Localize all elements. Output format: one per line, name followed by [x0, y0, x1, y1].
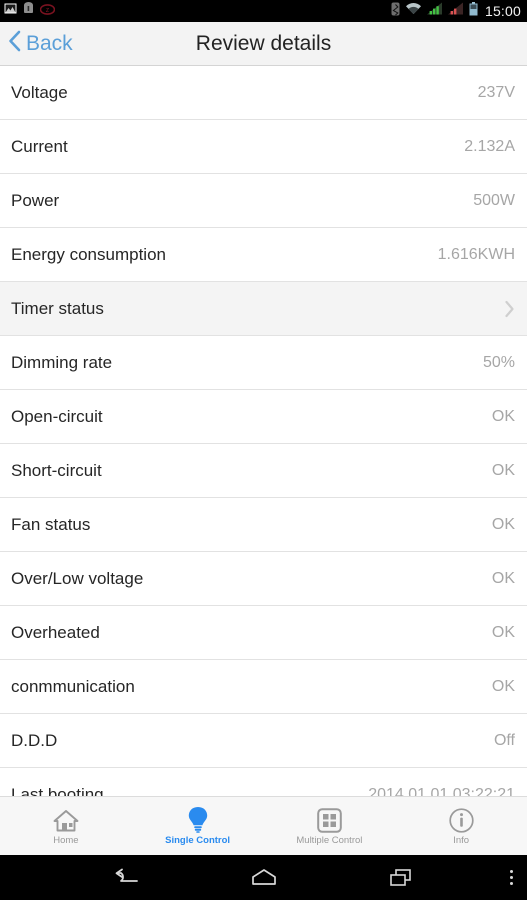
android-nav-bar — [0, 855, 527, 900]
detail-row-label: D.D.D — [11, 730, 58, 750]
detail-row-value: 237V — [477, 83, 515, 101]
detail-row-label: Energy consumption — [11, 244, 166, 264]
detail-row-value: OK — [491, 461, 515, 479]
detail-row-label: Fan status — [11, 514, 91, 534]
chevron-left-icon — [8, 30, 21, 57]
overflow-menu-icon[interactable] — [510, 855, 513, 900]
detail-row-label: Voltage — [11, 82, 68, 102]
tab-label: Multiple Control — [296, 835, 363, 846]
wifi-icon — [405, 2, 422, 20]
detail-row-label: Open-circuit — [11, 406, 103, 426]
overflow-dot — [510, 876, 513, 879]
detail-row: Voltage 237V — [0, 66, 527, 120]
detail-row: Last booting 2014.01.01 03:22:21 — [0, 768, 527, 796]
tab-home[interactable]: Home — [0, 797, 132, 855]
detail-row: Current 2.132A — [0, 120, 527, 174]
detail-row: Overheated OK — [0, 606, 527, 660]
detail-row-value: 50% — [482, 353, 515, 371]
phone-screen: z 15:00 Back Review details Voltage 237V… — [0, 0, 527, 900]
bluetooth-icon — [391, 2, 400, 21]
page-title: Review details — [195, 31, 332, 55]
detail-row-label: Power — [11, 190, 60, 210]
detail-row-label: conmmunication — [11, 676, 135, 696]
tab-info[interactable]: Info — [395, 797, 527, 855]
mute-icon: z — [39, 2, 56, 20]
tab-label: Single Control — [165, 835, 231, 846]
info-circle-icon — [448, 805, 474, 833]
detail-row[interactable]: Timer status — [0, 282, 527, 336]
detail-row-value: 2014.01.01 03:22:21 — [368, 785, 515, 797]
signal-icon-1 — [426, 2, 443, 20]
detail-row-value: 1.616KWH — [437, 245, 515, 263]
detail-row-label: Over/Low voltage — [11, 568, 144, 588]
signal-icon-2 — [447, 2, 464, 20]
download-icon — [23, 2, 34, 20]
detail-row-value: OK — [491, 407, 515, 425]
status-bar-right-icons: 15:00 — [391, 1, 521, 21]
detail-row: Fan status OK — [0, 498, 527, 552]
android-status-bar: z 15:00 — [0, 0, 527, 22]
recents-nav-icon[interactable] — [387, 867, 417, 889]
grid-icon — [317, 805, 342, 833]
home-nav-icon[interactable] — [249, 867, 279, 889]
nav-buttons — [0, 867, 527, 889]
chevron-right-icon — [504, 300, 515, 318]
overflow-dot — [510, 882, 513, 885]
battery-icon — [469, 1, 478, 21]
detail-row-value: 500W — [473, 191, 515, 209]
overflow-dot — [510, 870, 513, 873]
svg-text:z: z — [46, 7, 50, 14]
detail-row-value: OK — [491, 515, 515, 533]
detail-row: Power 500W — [0, 174, 527, 228]
tab-single-control[interactable]: Single Control — [132, 797, 264, 855]
detail-row-value: 2.132A — [464, 137, 515, 155]
detail-row-value: OK — [491, 569, 515, 587]
detail-row: conmmunication OK — [0, 660, 527, 714]
review-details-list[interactable]: Voltage 237V Current 2.132A Power 500W Energy … — [0, 66, 527, 796]
detail-row-value: OK — [491, 677, 515, 695]
status-bar-left-icons: z — [4, 2, 56, 20]
detail-row-value: OK — [491, 623, 515, 641]
detail-row-label: Timer status — [11, 298, 104, 318]
back-nav-icon[interactable] — [111, 867, 141, 889]
back-button-label: Back — [26, 31, 73, 55]
lightbulb-icon — [187, 805, 209, 833]
tab-label: Home — [53, 835, 79, 846]
app-header: Back Review details — [0, 22, 527, 66]
detail-row: Short-circuit OK — [0, 444, 527, 498]
detail-row: Dimming rate 50% — [0, 336, 527, 390]
detail-row: Energy consumption 1.616KWH — [0, 228, 527, 282]
detail-row-label: Last booting — [11, 784, 104, 797]
home-icon — [53, 805, 79, 833]
detail-row-label: Current — [11, 136, 68, 156]
back-button[interactable]: Back — [0, 30, 73, 57]
bottom-tab-bar: Home Single Control Multiple Control Info — [0, 796, 527, 855]
tab-multiple-control[interactable]: Multiple Control — [264, 797, 396, 855]
detail-row-label: Short-circuit — [11, 460, 102, 480]
detail-row: D.D.D Off — [0, 714, 527, 768]
detail-row-value: Off — [493, 731, 515, 749]
image-icon — [4, 2, 17, 20]
detail-row: Over/Low voltage OK — [0, 552, 527, 606]
tab-label: Info — [453, 835, 470, 846]
detail-row: Open-circuit OK — [0, 390, 527, 444]
status-bar-clock: 15:00 — [484, 3, 521, 19]
detail-row-label: Overheated — [11, 622, 100, 642]
detail-row-label: Dimming rate — [11, 352, 113, 372]
